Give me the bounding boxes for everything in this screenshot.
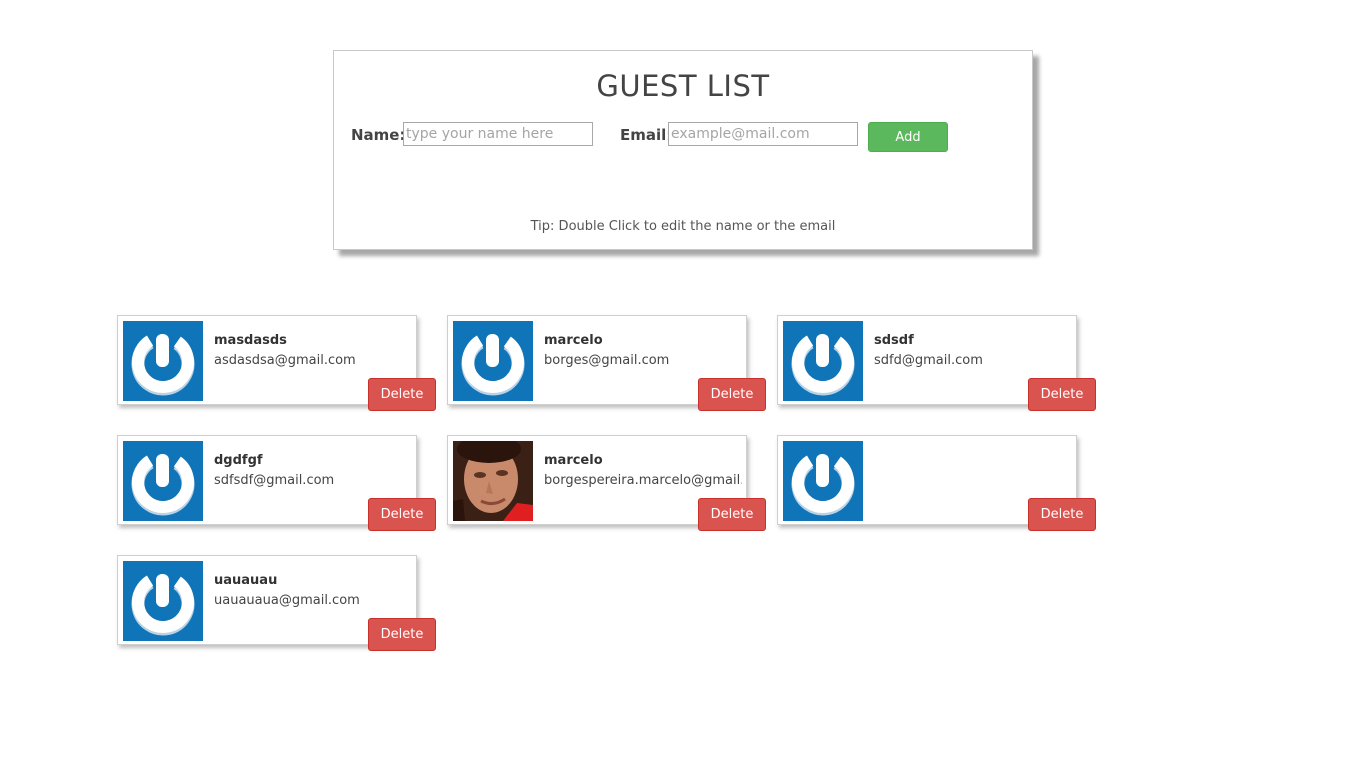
user-photo: [453, 441, 533, 521]
guest-card[interactable]: dgdfgf sdfsdf@gmail.com Delete: [117, 435, 436, 531]
guest-card[interactable]: marcelo borgespereira.marcelo@gmail.com …: [447, 435, 766, 531]
guest-form-panel: GUEST LIST Name: Email: Add Tip: Double …: [333, 50, 1033, 250]
guest-name[interactable]: marcelo: [544, 453, 603, 468]
gravatar-default-icon: [783, 321, 863, 401]
email-input[interactable]: [668, 122, 858, 146]
name-input[interactable]: [403, 122, 593, 146]
guest-card[interactable]: uauauau uauauaua@gmail.com Delete: [117, 555, 436, 651]
guest-name[interactable]: uauauau: [214, 573, 277, 588]
delete-button[interactable]: Delete: [698, 498, 766, 531]
gravatar-default-icon: [123, 561, 203, 641]
guest-name[interactable]: marcelo: [544, 333, 603, 348]
delete-button[interactable]: Delete: [368, 618, 436, 651]
delete-button[interactable]: Delete: [368, 498, 436, 531]
tip-text: Tip: Double Click to edit the name or th…: [530, 219, 836, 234]
email-label: Email:: [620, 126, 673, 144]
guest-name[interactable]: masdasds: [214, 333, 287, 348]
guest-card[interactable]: Delete: [777, 435, 1096, 531]
gravatar-default-icon: [783, 441, 863, 521]
delete-button[interactable]: Delete: [1028, 378, 1096, 411]
guest-email[interactable]: borges@gmail.com: [544, 353, 742, 368]
guest-card[interactable]: sdsdf sdfd@gmail.com Delete: [777, 315, 1096, 411]
guest-email[interactable]: borgespereira.marcelo@gmail.com: [544, 473, 742, 488]
delete-button[interactable]: Delete: [698, 378, 766, 411]
delete-button[interactable]: Delete: [368, 378, 436, 411]
guest-card[interactable]: marcelo borges@gmail.com Delete: [447, 315, 766, 411]
name-label: Name:: [351, 126, 406, 144]
guest-email[interactable]: uauauaua@gmail.com: [214, 593, 412, 608]
guest-email[interactable]: sdfsdf@gmail.com: [214, 473, 412, 488]
guest-email[interactable]: asdasdsa@gmail.com: [214, 353, 412, 368]
gravatar-default-icon: [453, 321, 533, 401]
guest-card[interactable]: masdasds asdasdsa@gmail.com Delete: [117, 315, 436, 411]
add-button[interactable]: Add: [868, 122, 948, 152]
page-title: GUEST LIST: [596, 69, 770, 103]
gravatar-default-icon: [123, 321, 203, 401]
gravatar-default-icon: [123, 441, 203, 521]
guest-name[interactable]: sdsdf: [874, 333, 914, 348]
guest-email[interactable]: sdfd@gmail.com: [874, 353, 1072, 368]
delete-button[interactable]: Delete: [1028, 498, 1096, 531]
guest-name[interactable]: dgdfgf: [214, 453, 263, 468]
